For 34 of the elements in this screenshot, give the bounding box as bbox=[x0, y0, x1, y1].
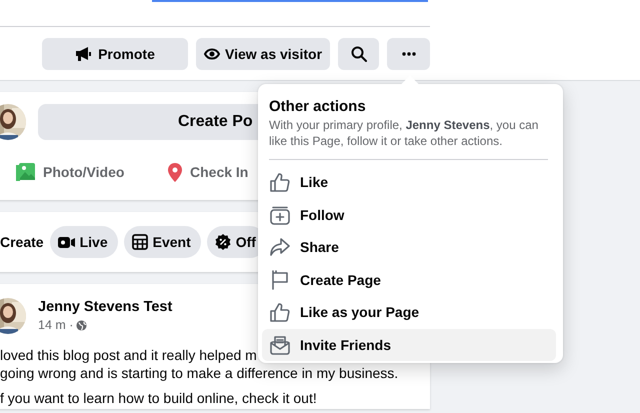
search-button[interactable] bbox=[338, 38, 379, 70]
promote-button[interactable]: Promote bbox=[42, 38, 188, 70]
more-button[interactable] bbox=[387, 38, 430, 70]
view-as-visitor-button[interactable]: View as visitor bbox=[196, 38, 330, 70]
discount-badge-icon bbox=[214, 234, 231, 250]
more-icon bbox=[402, 52, 416, 56]
search-icon bbox=[350, 46, 366, 62]
menu-item[interactable]: Create Page bbox=[262, 264, 556, 296]
video-camera-icon bbox=[58, 236, 75, 248]
author-name[interactable]: Jenny Stevens Test bbox=[38, 299, 172, 315]
share-icon bbox=[270, 238, 290, 256]
envelope-icon bbox=[270, 334, 290, 355]
post-text: f you want to learn how to build online, check it out! bbox=[0, 389, 318, 407]
globe-icon bbox=[76, 320, 88, 330]
create-label: Create bbox=[0, 234, 44, 250]
check-in-button[interactable]: Check In bbox=[168, 160, 248, 184]
thumbs-up-icon bbox=[270, 302, 290, 322]
live-button[interactable]: Live bbox=[50, 226, 118, 258]
post-time[interactable]: 14 m · bbox=[38, 318, 74, 332]
post-text: going wrong and is starting to make a difference in my business. bbox=[0, 364, 400, 382]
post-text: loved this blog post and it really helped m bbox=[0, 346, 258, 364]
plus-box-icon bbox=[270, 204, 290, 225]
photo-icon bbox=[16, 162, 35, 182]
menu-item[interactable]: Like bbox=[262, 166, 556, 198]
event-button[interactable]: Event bbox=[124, 226, 201, 258]
menu-item[interactable]: Like as your Page bbox=[262, 296, 556, 328]
megaphone-icon bbox=[75, 47, 92, 61]
menu-item[interactable]: Invite Friends bbox=[262, 328, 556, 361]
thumbs-up-icon bbox=[270, 172, 290, 192]
photo-video-button[interactable]: Photo/Video bbox=[16, 160, 168, 184]
eye-icon bbox=[204, 48, 220, 60]
calendar-icon bbox=[132, 234, 148, 250]
location-pin-icon bbox=[168, 162, 182, 182]
flag-icon bbox=[271, 270, 289, 290]
